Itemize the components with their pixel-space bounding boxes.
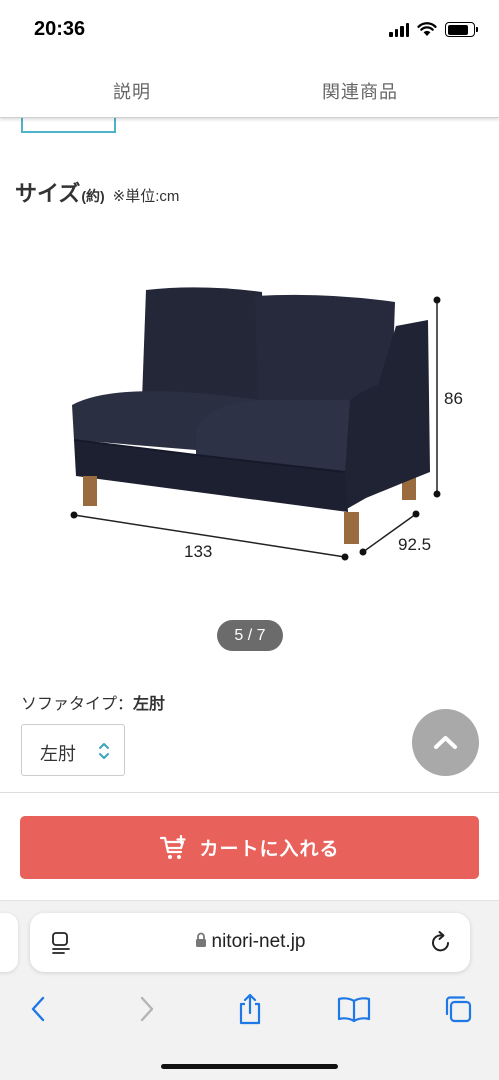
size-heading: サイズ (約) ※単位:cm: [15, 176, 179, 208]
address-bar[interactable]: nitori-net.jp: [30, 913, 470, 972]
select-arrows-icon: [99, 743, 109, 759]
dimension-width-label: 133: [184, 542, 212, 561]
wifi-icon: [417, 22, 437, 36]
sofa-type-select-value: 左肘: [40, 744, 76, 764]
add-to-cart-label: カートに入れる: [199, 839, 340, 860]
chevron-left-icon: [31, 996, 45, 1022]
tab-related-products[interactable]: 関連商品: [322, 78, 398, 104]
add-to-cart-button[interactable]: カートに入れる: [20, 816, 479, 879]
image-counter: 5 / 7: [217, 620, 283, 651]
chevron-right-icon: [140, 996, 154, 1022]
size-title: サイズ: [15, 181, 81, 206]
divider: [0, 792, 499, 793]
forward-button[interactable]: [126, 989, 166, 1029]
dimension-height-label: 86: [444, 389, 463, 408]
cellular-signal-icon: [389, 22, 409, 37]
sofa-leg: [344, 512, 359, 544]
browser-toolbar: [0, 989, 499, 1029]
share-button[interactable]: [230, 989, 270, 1029]
previous-tab-edge[interactable]: [0, 913, 18, 972]
battery-level: [447, 24, 468, 35]
status-bar: 20:36: [0, 0, 499, 62]
tabs-icon: [445, 996, 472, 1023]
dimension-depth-label: 92.5: [398, 535, 431, 554]
sofa-leg: [83, 476, 97, 506]
sofa-back-cushion-left: [142, 287, 266, 400]
section-tab-bar: 説明 関連商品: [0, 62, 499, 118]
lock-icon: [195, 932, 206, 947]
browser-chrome: nitori-net.jp: [0, 900, 499, 1080]
back-button[interactable]: [19, 989, 59, 1029]
url-text: nitori-net.jp: [211, 931, 306, 952]
share-icon: [239, 993, 261, 1025]
bookmarks-button[interactable]: [334, 989, 374, 1029]
battery-icon: [445, 22, 478, 37]
scroll-to-top-button[interactable]: [412, 709, 479, 776]
reload-icon[interactable]: [430, 930, 452, 954]
bookmarks-book-icon: [337, 997, 371, 1023]
tabs-button[interactable]: [438, 989, 478, 1029]
option-current-value: 左肘: [133, 696, 166, 713]
cart-add-icon: [160, 834, 187, 859]
size-approx: (約): [81, 188, 105, 204]
option-label-prefix: ソファタイプ：: [21, 696, 134, 713]
url-display: nitori-net.jp: [30, 931, 470, 953]
sofa-back-cushion-right: [255, 294, 395, 402]
home-indicator[interactable]: [161, 1064, 338, 1069]
product-image[interactable]: 133 92.5 86: [0, 250, 499, 590]
chevron-up-icon: [434, 736, 457, 749]
size-unit-note: ※単位:cm: [112, 188, 180, 205]
status-time: 20:36: [34, 18, 86, 40]
sofa-dimension-drawing: 133 92.5 86: [70, 287, 463, 561]
sofa-type-select[interactable]: 左肘: [21, 724, 125, 776]
status-icons: [389, 22, 478, 37]
option-label: ソファタイプ：左肘: [21, 690, 165, 714]
tab-description[interactable]: 説明: [113, 78, 151, 104]
